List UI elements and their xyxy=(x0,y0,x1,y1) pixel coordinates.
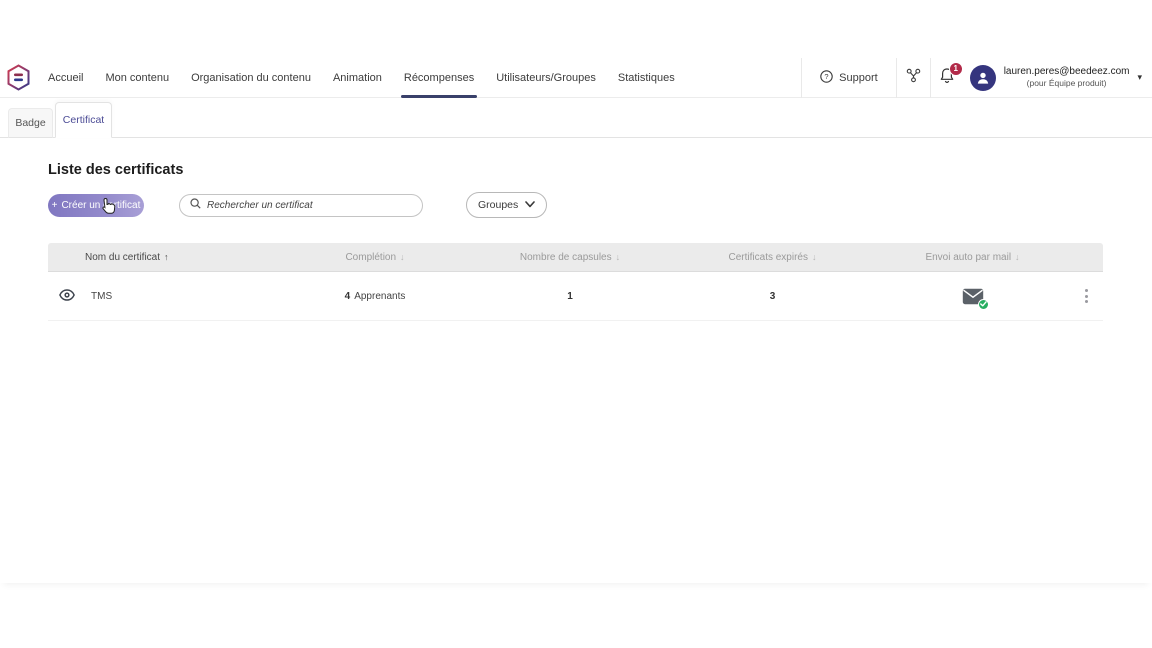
cell-certificate-name: TMS xyxy=(48,285,280,307)
tab-certificat[interactable]: Certificat xyxy=(55,102,112,138)
cell-expired: 3 xyxy=(670,291,875,302)
column-label: Certificats expirés xyxy=(729,252,808,263)
column-header-nom-du-certificat[interactable]: Nom du certificat ↑ xyxy=(48,252,280,263)
user-avatar-icon xyxy=(970,65,996,91)
table-row[interactable]: TMS 4 Apprenants 1 3 xyxy=(48,272,1103,321)
column-label: Nom du certificat xyxy=(85,252,160,263)
sort-desc-icon: ↓ xyxy=(1015,252,1020,262)
column-header-nombre-de-capsules[interactable]: Nombre de capsules ↓ xyxy=(470,252,670,263)
column-label: Nombre de capsules xyxy=(520,252,612,263)
topbar-spacer xyxy=(686,58,801,97)
capsules-count: 1 xyxy=(567,291,573,302)
toolbar: + Créer un certificat Groupes xyxy=(48,192,547,218)
support-button[interactable]: ? Support xyxy=(802,58,896,98)
cell-mail-auto xyxy=(875,288,1070,305)
table-header-row: Nom du certificat ↑ Complétion ↓ Nombre … xyxy=(48,243,1103,272)
expired-count: 3 xyxy=(770,291,776,302)
sort-desc-icon: ↓ xyxy=(812,252,817,262)
search-box xyxy=(179,194,423,217)
check-icon xyxy=(978,299,989,310)
support-label: Support xyxy=(839,72,878,84)
search-certificate-input[interactable] xyxy=(207,200,412,211)
nav-item-statistiques[interactable]: Statistiques xyxy=(607,58,686,97)
user-email: lauren.peres@beedeez.com xyxy=(1004,66,1130,79)
sort-asc-icon: ↑ xyxy=(164,252,169,262)
user-subtitle: (pour Équipe produit) xyxy=(1004,78,1130,89)
network-share-icon xyxy=(906,68,921,88)
cell-actions xyxy=(1070,281,1103,311)
column-label: Envoi auto par mail xyxy=(925,252,1011,263)
search-icon xyxy=(190,196,201,214)
question-circle-icon: ? xyxy=(820,70,833,86)
cell-completion: 4 Apprenants xyxy=(280,291,470,302)
column-header-completion[interactable]: Complétion ↓ xyxy=(280,252,470,263)
sort-desc-icon: ↓ xyxy=(400,252,405,262)
completion-label: Apprenants xyxy=(354,291,405,302)
network-share-button[interactable] xyxy=(897,58,930,98)
kebab-menu-icon[interactable] xyxy=(1077,281,1097,311)
tab-bar: Badge Certificat xyxy=(0,98,1152,138)
nav-item-animation[interactable]: Animation xyxy=(322,58,393,97)
sort-desc-icon: ↓ xyxy=(616,252,621,262)
top-navigation-bar: Accueil Mon contenu Organisation du cont… xyxy=(0,58,1152,98)
nav-item-recompenses[interactable]: Récompenses xyxy=(393,58,485,97)
eye-icon xyxy=(59,289,75,304)
create-certificate-button[interactable]: + Créer un certificat xyxy=(48,194,144,217)
notification-count-badge: 1 xyxy=(949,62,963,76)
user-menu[interactable]: lauren.peres@beedeez.com (pour Équipe pr… xyxy=(964,65,1152,91)
groups-label: Groupes xyxy=(478,199,518,211)
view-certificate-button[interactable] xyxy=(56,285,78,307)
mail-auto-icon[interactable] xyxy=(962,288,984,305)
nav-item-utilisateurs-groupes[interactable]: Utilisateurs/Groupes xyxy=(485,58,607,97)
svg-text:?: ? xyxy=(825,72,829,81)
page-title: Liste des certificats xyxy=(48,162,183,178)
nav-item-organisation-du-contenu[interactable]: Organisation du contenu xyxy=(180,58,322,97)
beedeez-logo[interactable] xyxy=(0,58,37,97)
certificates-table: Nom du certificat ↑ Complétion ↓ Nombre … xyxy=(48,243,1103,321)
topbar-right: ? Support 1 xyxy=(801,58,1152,97)
chevron-down-icon xyxy=(525,199,535,211)
create-certificate-label: Créer un certificat xyxy=(61,200,140,211)
column-header-certificats-expires[interactable]: Certificats expirés ↓ xyxy=(670,252,875,263)
notifications-button[interactable]: 1 xyxy=(931,58,964,98)
certificate-name: TMS xyxy=(91,291,112,302)
column-label: Complétion xyxy=(345,252,396,263)
user-info: lauren.peres@beedeez.com (pour Équipe pr… xyxy=(1004,66,1130,89)
main-nav: Accueil Mon contenu Organisation du cont… xyxy=(37,58,686,97)
chevron-down-icon: ▾ xyxy=(1137,72,1142,83)
nav-item-accueil[interactable]: Accueil xyxy=(37,58,94,97)
column-header-envoi-auto-par-mail[interactable]: Envoi auto par mail ↓ xyxy=(875,252,1070,263)
cell-capsules: 1 xyxy=(470,291,670,302)
tab-badge[interactable]: Badge xyxy=(8,108,53,138)
completion-count: 4 xyxy=(345,291,351,302)
plus-icon: + xyxy=(52,200,58,211)
groups-filter-dropdown[interactable]: Groupes xyxy=(466,192,547,218)
nav-item-mon-contenu[interactable]: Mon contenu xyxy=(94,58,180,97)
certificates-panel: Liste des certificats + Créer un certifi… xyxy=(0,139,1152,583)
